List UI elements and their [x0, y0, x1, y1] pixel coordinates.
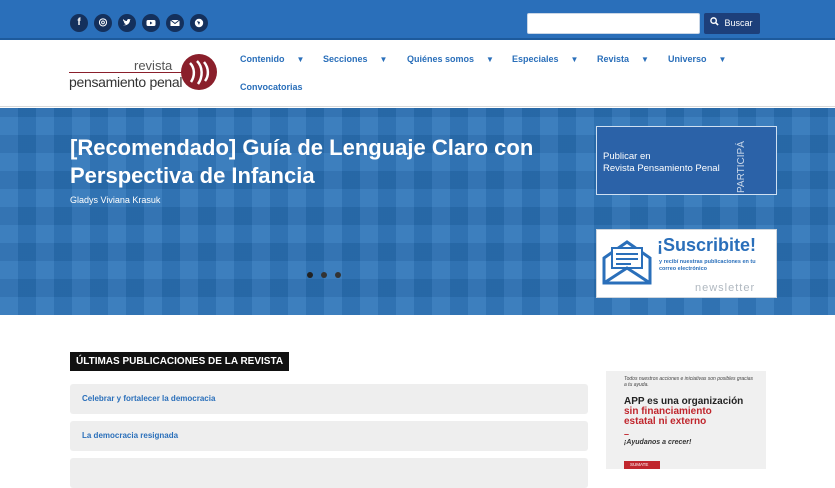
sumate-button[interactable]: SUMATE	[624, 461, 660, 469]
ad-top-text: Todos nuestros acciones e iniciativas so…	[624, 376, 754, 388]
nav-universo-label: Universo	[668, 54, 707, 64]
chevron-down-icon: ▼	[486, 55, 494, 64]
twitter-icon[interactable]	[118, 14, 136, 32]
chevron-down-icon: ▼	[718, 55, 727, 64]
facebook-icon[interactable]: f	[70, 14, 88, 32]
donation-ad[interactable]: Todos nuestros acciones e iniciativas so…	[606, 371, 766, 469]
logo-mark	[181, 54, 217, 90]
ad-dash: –	[624, 429, 630, 439]
logo-divider	[69, 72, 183, 73]
subscribe-banner[interactable]: ¡Suscribite! y recibí nuestras publicaci…	[596, 229, 777, 298]
newsletter-label: newsletter	[695, 282, 756, 294]
web-icon[interactable]	[190, 14, 208, 32]
publication-item[interactable]: La democracia resignada	[70, 421, 588, 451]
publish-line1: Publicar en	[603, 151, 651, 162]
search-input[interactable]	[527, 13, 700, 34]
nav-quienes-somos[interactable]: Quiénes somos ▼	[407, 54, 494, 64]
nav-especiales-label: Especiales	[512, 54, 559, 64]
subscribe-subtitle: y recibí nuestras publicaciones en tu co…	[659, 259, 756, 272]
slider-dot-1[interactable]	[307, 272, 313, 278]
section-title: ÚLTIMAS PUBLICACIONES DE LA REVISTA	[70, 352, 290, 371]
hero-author[interactable]: Gladys Viviana Krasuk	[70, 195, 160, 205]
chevron-down-icon: ▼	[379, 55, 388, 64]
publish-line2: Revista Pensamiento Penal	[603, 163, 720, 174]
search-button[interactable]: Buscar	[704, 13, 760, 34]
slider-dot-2[interactable]	[321, 272, 327, 278]
ad-help-text: ¡Ayudanos a crecer!	[624, 439, 692, 446]
youtube-icon[interactable]	[142, 14, 160, 32]
publication-link[interactable]: La democracia resignada	[82, 431, 178, 440]
publication-link[interactable]: Celebrar y fortalecer la democracia	[82, 394, 215, 403]
top-bar: f ◎ Buscar	[0, 0, 835, 40]
site-logo[interactable]: revista pensamiento penal	[68, 52, 218, 97]
site-header: revista pensamiento penal Contenido ▼ Sec…	[0, 40, 835, 107]
participa-label: PARTICIPÁ	[736, 141, 747, 193]
nav-especiales[interactable]: Especiales ▼	[512, 54, 578, 64]
logo-line2: pensamiento penal	[69, 74, 183, 90]
hero-slider: [Recomendado] Guía de Lenguaje Claro con…	[0, 108, 835, 315]
nav-convocatorias[interactable]: Convocatorias	[240, 82, 303, 92]
nav-convocatorias-label: Convocatorias	[240, 82, 303, 92]
envelope-icon	[601, 238, 653, 286]
publish-banner[interactable]: Publicar en Revista Pensamiento Penal PA…	[596, 126, 777, 195]
publish-text: Publicar en Revista Pensamiento Penal	[603, 151, 720, 175]
hero-title[interactable]: [Recomendado] Guía de Lenguaje Claro con…	[70, 134, 590, 190]
publication-item[interactable]: Celebrar y fortalecer la democracia	[70, 384, 588, 414]
chevron-down-icon: ▼	[570, 55, 579, 64]
search-icon	[710, 13, 722, 34]
slider-dot-3[interactable]	[335, 272, 341, 278]
chevron-down-icon: ▼	[641, 55, 649, 64]
nav-contenido-label: Contenido	[240, 54, 285, 64]
nav-revista[interactable]: Revista ▼	[597, 54, 649, 64]
ad-highlight: sin financiamiento estatal ni externo	[624, 406, 712, 427]
nav-secciones-label: Secciones	[323, 54, 368, 64]
nav-secciones[interactable]: Secciones ▼	[323, 54, 387, 64]
subscribe-title: ¡Suscribite!	[657, 235, 757, 255]
chevron-down-icon: ▼	[296, 55, 305, 64]
nav-revista-label: Revista	[597, 54, 630, 64]
logo-line1: revista	[134, 58, 173, 73]
mail-icon[interactable]	[166, 14, 184, 32]
nav-contenido[interactable]: Contenido ▼	[240, 54, 304, 64]
nav-universo[interactable]: Universo ▼	[668, 54, 726, 64]
publication-item[interactable]	[70, 458, 588, 488]
nav-quienes-somos-label: Quiénes somos	[407, 54, 475, 64]
instagram-icon[interactable]: ◎	[94, 14, 112, 32]
search-button-label: Buscar	[724, 18, 753, 28]
